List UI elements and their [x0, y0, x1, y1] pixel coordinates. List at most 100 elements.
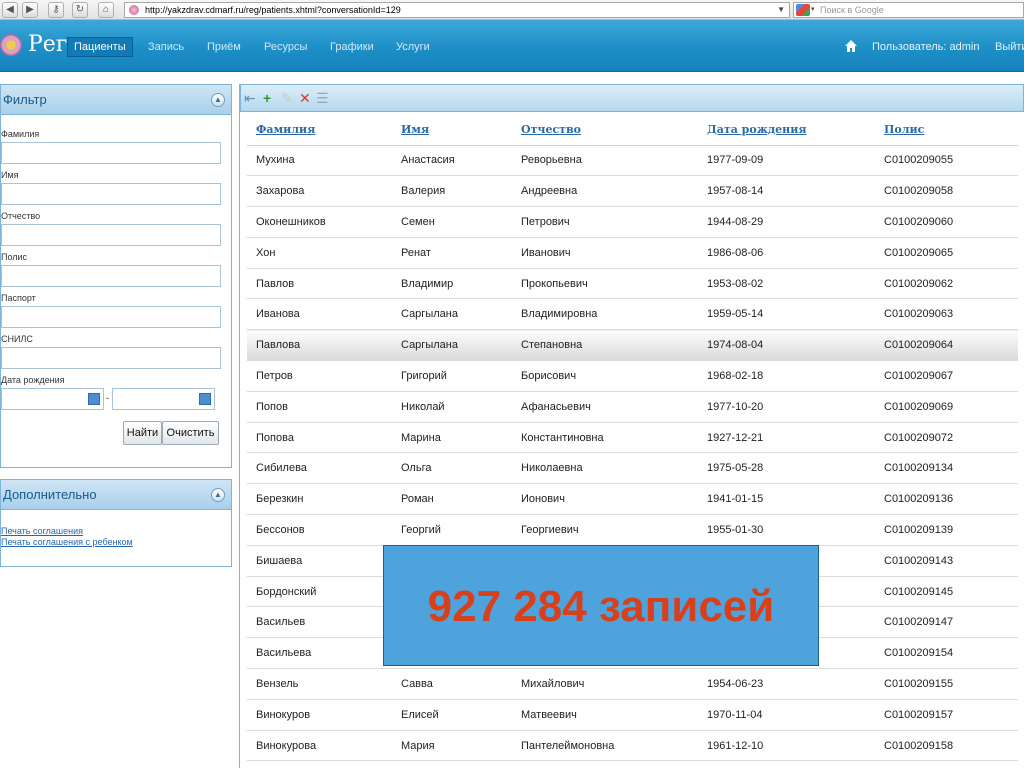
logo-icon: [0, 34, 22, 56]
passport-field[interactable]: [1, 306, 221, 328]
calendar-icon[interactable]: [199, 393, 211, 405]
delete-icon[interactable]: ✕: [299, 91, 311, 105]
table-row[interactable]: Винокуров Елисей Матвеевич 1970-11-04 С01002…: [247, 699, 1018, 731]
nav-item-reception[interactable]: Приём: [201, 38, 247, 56]
table-row[interactable]: Винокурова Мария Пантелеймоновна 1961-12-10…: [247, 730, 1018, 762]
table-cell: Винокурова: [247, 730, 392, 762]
table-row[interactable]: Павлов Владимир Прокопьевич 1953-08-02 С0100…: [247, 268, 1018, 300]
date-separator: -: [106, 393, 109, 403]
logout-link[interactable]: Выйти: [995, 38, 1024, 56]
find-button[interactable]: Найти: [123, 421, 162, 445]
table-cell: 1977-10-20: [698, 391, 875, 423]
browser-toolbar: ◀ ▶ ⚷ ↻ ⌂ http://yakzdrav.cdmarf.ru/reg/…: [0, 0, 1024, 20]
table-row[interactable]: Петров Григорий Борисович 1968-02-18 С010020…: [247, 360, 1018, 392]
add-icon[interactable]: +: [263, 91, 271, 105]
table-cell: Павлова: [247, 329, 392, 362]
grid-toolbar: ⇤ + ✎ ✕ ☰: [240, 84, 1024, 112]
table-row[interactable]: Захарова Валерия Андреевна 1957-08-14 С01002…: [247, 175, 1018, 208]
table-cell: 1959-05-14: [698, 298, 875, 331]
clear-button[interactable]: Очистить: [162, 421, 219, 445]
dob-to-field[interactable]: [112, 388, 215, 410]
chevron-down-icon[interactable]: ▾: [811, 3, 815, 17]
filter-panel: Фильтр ▲ Фамилия Имя Отчество Полис Пасп…: [0, 84, 232, 468]
col-patronymic[interactable]: Отчество: [512, 114, 698, 146]
col-surname[interactable]: Фамилия: [247, 114, 392, 146]
patronymic-field[interactable]: [1, 224, 221, 246]
table-cell: Андреевна: [512, 175, 698, 208]
table-row[interactable]: Павлова Саргылана Степановна 1974-08-04 С010…: [247, 329, 1018, 362]
home-browser-icon[interactable]: ⌂: [98, 2, 114, 18]
table-cell: 1970-11-04: [698, 699, 875, 731]
col-dob[interactable]: Дата рождения: [698, 114, 875, 146]
name-field[interactable]: [1, 183, 221, 205]
table-cell: Семен: [392, 206, 512, 238]
table-cell: Николаевна: [512, 452, 698, 485]
table-row[interactable]: Вензель Савва Михайлович 1954-06-23 С0100209…: [247, 668, 1018, 700]
chevron-down-icon[interactable]: ▼: [777, 3, 785, 17]
snils-field[interactable]: [1, 347, 221, 369]
table-cell: Петрович: [512, 206, 698, 238]
nav-item-services[interactable]: Услуги: [390, 38, 436, 56]
table-cell: С0100209065: [875, 237, 1018, 269]
table-cell: Матвеевич: [512, 699, 698, 731]
nav-item-schedules[interactable]: Графики: [324, 38, 380, 56]
table-row[interactable]: Попов Николай Афанасьевич 1977-10-20 С010020…: [247, 391, 1018, 423]
collapse-icon[interactable]: ▲: [211, 488, 225, 502]
table-row[interactable]: Попова Марина Константиновна 1927-12-21 С010…: [247, 422, 1018, 454]
record-count-callout: 927 284 записей: [383, 545, 819, 666]
table-row[interactable]: Хон Ренат Иванович 1986-08-06 С0100209065: [247, 237, 1018, 269]
list-icon[interactable]: ☰: [316, 91, 329, 105]
filter-panel-header: Фильтр ▲: [1, 85, 231, 115]
print-agreement-link[interactable]: Печать соглашения: [1, 526, 231, 537]
collapse-icon[interactable]: ▲: [211, 93, 225, 107]
table-row[interactable]: Иванова Саргылана Владимировна 1959-05-14 С0…: [247, 298, 1018, 331]
table-cell: С0100209055: [875, 145, 1018, 177]
nav-item-appointments[interactable]: Запись: [142, 38, 190, 56]
reload-icon[interactable]: ↻: [72, 2, 88, 18]
table-cell: Павлов: [247, 268, 392, 300]
surname-field[interactable]: [1, 142, 221, 164]
table-cell: 1974-08-04: [698, 329, 875, 362]
dob-from-field[interactable]: [1, 388, 104, 410]
home-icon[interactable]: [845, 40, 857, 52]
forward-icon[interactable]: ▶: [22, 2, 38, 18]
calendar-icon[interactable]: [88, 393, 100, 405]
table-row[interactable]: Мухина Анастасия Реворьевна 1977-09-09 С0100…: [247, 145, 1018, 177]
table-row[interactable]: Сибилева Ольга Николаевна 1975-05-28 С010020…: [247, 452, 1018, 485]
table-cell: 1954-06-23: [698, 668, 875, 700]
nav-item-patients[interactable]: Пациенты: [67, 37, 133, 57]
table-cell: Ольга: [392, 452, 512, 485]
key-icon[interactable]: ⚷: [48, 2, 64, 18]
snils-label: СНИЛС: [1, 334, 33, 344]
back-icon[interactable]: ◀: [2, 2, 18, 18]
filter-title: Фильтр: [3, 92, 47, 107]
table-row[interactable]: Бессонов Георгий Георгиевич 1955-01-30 С0100…: [247, 514, 1018, 546]
table-cell: Мария: [392, 730, 512, 762]
table-cell: С0100209147: [875, 606, 1018, 639]
extra-panel: Дополнительно ▲ Печать соглашения Печать…: [0, 479, 232, 567]
table-cell: С0100209158: [875, 730, 1018, 762]
nav-item-resources[interactable]: Ресурсы: [258, 38, 313, 56]
table-cell: С0100209155: [875, 668, 1018, 700]
table-cell: Петров: [247, 360, 392, 392]
table-cell: С0100209062: [875, 268, 1018, 300]
table-cell: 1975-05-28: [698, 452, 875, 485]
table-cell: С0100209157: [875, 699, 1018, 731]
table-cell: Васильев: [247, 606, 392, 639]
print-child-agreement-link[interactable]: Печать соглашения с ребенком: [1, 537, 231, 548]
table-cell: Прокопьевич: [512, 268, 698, 300]
google-search-input[interactable]: ▾ Поиск в Google: [793, 2, 1024, 18]
table-body: Мухина Анастасия Реворьевна 1977-09-09 С0100…: [247, 145, 1018, 762]
col-policy[interactable]: Полис: [875, 114, 1018, 146]
table-cell: Владимировна: [512, 298, 698, 331]
table-cell: 1927-12-21: [698, 422, 875, 454]
table-row[interactable]: Березкин Роман Ионович 1941-01-15 С010020913…: [247, 483, 1018, 516]
url-bar[interactable]: http://yakzdrav.cdmarf.ru/reg/patients.x…: [124, 2, 790, 18]
table-row[interactable]: Оконешников Семен Петрович 1944-08-29 С01002…: [247, 206, 1018, 238]
table-cell: Попов: [247, 391, 392, 423]
col-name[interactable]: Имя: [392, 114, 512, 146]
edit-icon[interactable]: ✎: [281, 91, 293, 105]
table-cell: Валерия: [392, 175, 512, 208]
panel-toggle-icon[interactable]: ⇤: [244, 91, 256, 105]
policy-field[interactable]: [1, 265, 221, 287]
